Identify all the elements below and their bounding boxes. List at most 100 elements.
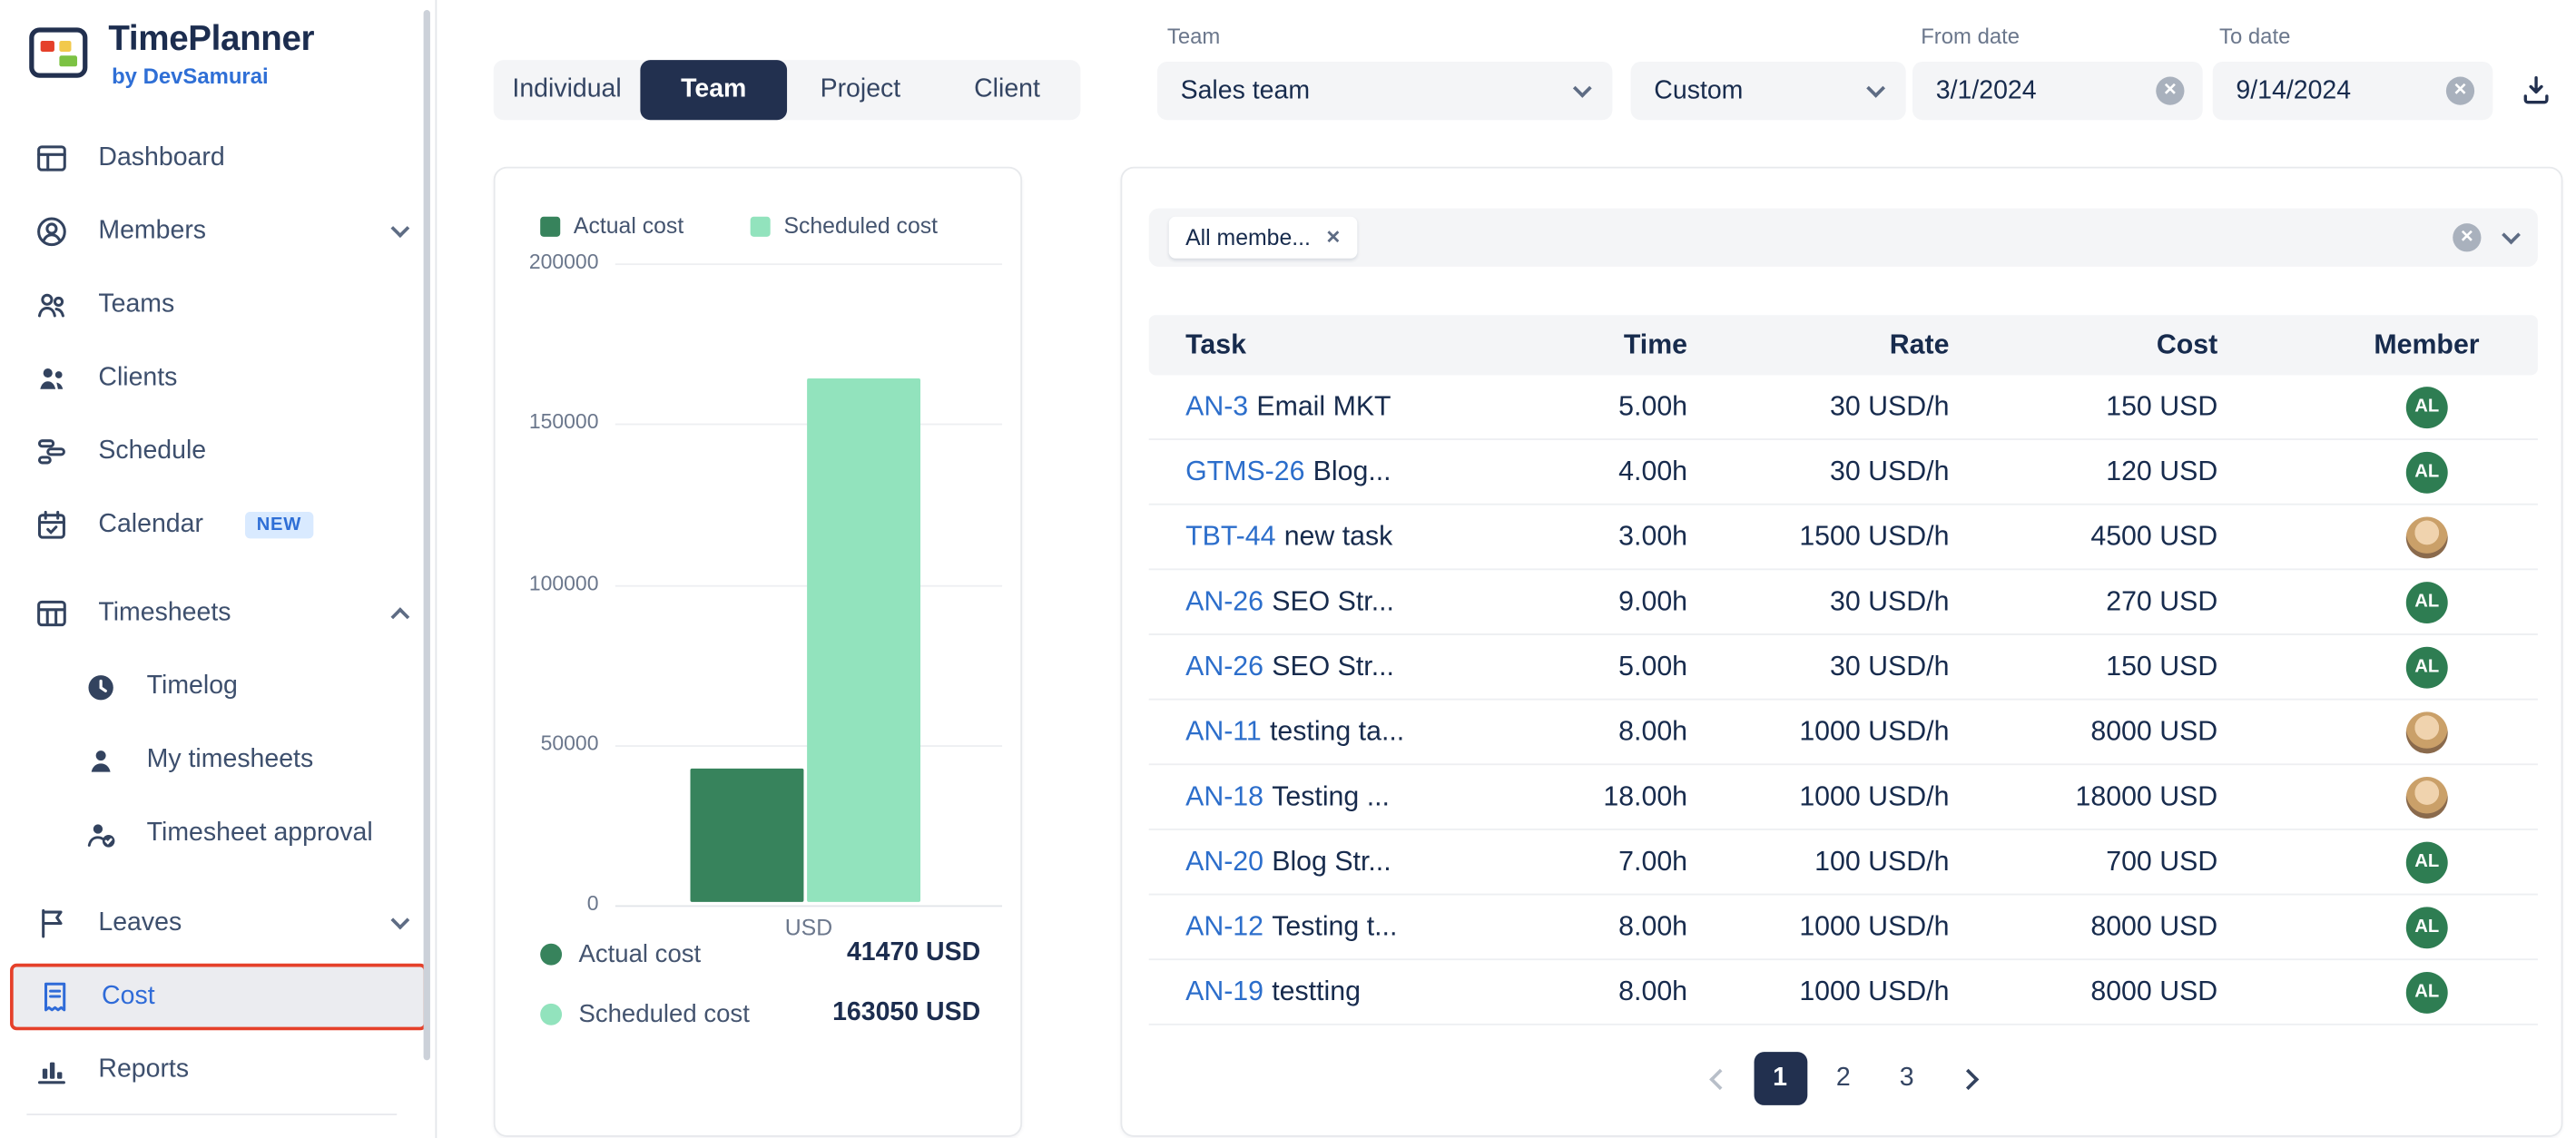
from-date-input[interactable]: 3/1/2024 ✕ (1912, 62, 2203, 120)
avatar[interactable]: AL (2406, 581, 2448, 623)
clear-to-date-icon[interactable]: ✕ (2446, 77, 2474, 105)
sidebar-item-clients[interactable]: Clients (0, 342, 437, 416)
tab-team[interactable]: Team (640, 60, 787, 120)
date-range-value: Custom (1654, 76, 1743, 106)
legend-label: Actual cost (574, 213, 683, 239)
sidebar-item-label: Cost (102, 982, 155, 1012)
member-cell (2217, 516, 2538, 558)
from-date-label: From date (1921, 24, 2020, 49)
avatar[interactable]: AL (2406, 906, 2448, 947)
page-button-1[interactable]: 1 (1754, 1052, 1807, 1105)
task-link[interactable]: AN-26 (1185, 651, 1263, 681)
clear-filter-icon[interactable]: ✕ (2453, 223, 2481, 251)
task-cell: AN-11testing ta... (1149, 716, 1466, 748)
app-logo-block[interactable]: TimePlanner by DevSamurai (26, 20, 314, 88)
sidebar-item-schedule[interactable]: Schedule (0, 415, 437, 488)
table-row[interactable]: AN-20Blog Str... 7.00h 100 USD/h 700 USD… (1149, 830, 2538, 896)
table-row[interactable]: AN-19testting 8.00h 1000 USD/h 8000 USD … (1149, 960, 2538, 1025)
tab-project[interactable]: Project (787, 60, 934, 120)
table-row[interactable]: AN-26SEO Str... 5.00h 30 USD/h 150 USD A… (1149, 635, 2538, 701)
table-row[interactable]: AN-12Testing t... 8.00h 1000 USD/h 8000 … (1149, 895, 2538, 960)
tab-client[interactable]: Client (934, 60, 1081, 120)
task-link[interactable]: AN-19 (1185, 976, 1263, 1006)
member-filter-bar[interactable]: All membe... ✕ ✕ (1149, 209, 2538, 267)
to-date-input[interactable]: 9/14/2024 ✕ (2213, 62, 2493, 120)
sidebar-item-leaves[interactable]: Leaves (0, 887, 437, 960)
tab-individual[interactable]: Individual (494, 60, 641, 120)
avatar[interactable] (2406, 516, 2448, 558)
sidebar-item-label: Timesheet approval (147, 819, 373, 849)
sidebar-item-label: Timelog (147, 672, 238, 701)
bar-scheduled-cost[interactable] (807, 378, 920, 902)
task-link[interactable]: AN-20 (1185, 846, 1263, 876)
sidebar-scrollbar[interactable] (424, 10, 430, 1060)
clear-from-date-icon[interactable]: ✕ (2156, 77, 2184, 105)
bar-chart-icon (34, 1052, 70, 1088)
download-button[interactable] (2506, 60, 2566, 120)
table-row[interactable]: AN-26SEO Str... 9.00h 30 USD/h 270 USD A… (1149, 570, 2538, 635)
sidebar-nav: Dashboard Members Teams Clients (0, 122, 437, 1107)
table-row[interactable]: GTMS-26Blog... 4.00h 30 USD/h 120 USD AL (1149, 440, 2538, 505)
scheduled-cost-dot (540, 1003, 562, 1025)
summary-row-scheduled: Scheduled cost 163050 USD (540, 998, 980, 1028)
sidebar-item-timesheets[interactable]: Timesheets (0, 577, 437, 651)
sidebar-item-label: Reports (98, 1055, 189, 1085)
task-cell: AN-12Testing t... (1149, 911, 1466, 943)
table-row[interactable]: AN-3Email MKT 5.00h 30 USD/h 150 USD AL (1149, 375, 2538, 440)
task-link[interactable]: GTMS-26 (1185, 456, 1304, 486)
chip-remove-icon[interactable]: ✕ (1325, 227, 1341, 249)
table-row[interactable]: AN-11testing ta... 8.00h 1000 USD/h 8000… (1149, 701, 2538, 766)
next-page-icon[interactable] (1957, 1068, 1978, 1089)
sidebar-item-timesheet-approval[interactable]: Timesheet approval (0, 797, 437, 870)
avatar[interactable]: AL (2406, 841, 2448, 883)
column-header-cost[interactable]: Cost (1949, 329, 2217, 361)
member-cell: AL (2217, 841, 2538, 883)
previous-page-icon[interactable] (1708, 1068, 1729, 1089)
sidebar-item-dashboard[interactable]: Dashboard (0, 122, 437, 195)
sidebar-item-members[interactable]: Members (0, 195, 437, 269)
avatar[interactable]: AL (2406, 646, 2448, 688)
sidebar-item-timelog[interactable]: Timelog (0, 650, 437, 723)
app-logo-icon (26, 20, 90, 83)
task-link[interactable]: AN-26 (1185, 586, 1263, 616)
task-link[interactable]: AN-18 (1185, 781, 1263, 811)
time-cell: 8.00h (1466, 911, 1687, 943)
avatar[interactable]: AL (2406, 971, 2448, 1013)
chevron-down-icon[interactable] (2502, 225, 2521, 244)
rate-cell: 1000 USD/h (1687, 911, 1949, 943)
cost-chart-card: Actual cost Scheduled cost 200000 150000… (494, 167, 1022, 1137)
task-cell: GTMS-26Blog... (1149, 456, 1466, 487)
task-link[interactable]: AN-11 (1185, 716, 1262, 746)
avatar[interactable] (2406, 711, 2448, 752)
date-range-select[interactable]: Custom (1631, 62, 1906, 120)
task-link[interactable]: AN-3 (1185, 391, 1248, 421)
y-axis-tick: 100000 (502, 572, 599, 595)
sidebar-item-reports[interactable]: Reports (0, 1034, 437, 1107)
column-header-member[interactable]: Member (2217, 329, 2538, 361)
sidebar-item-cost[interactable]: Cost (10, 964, 427, 1030)
rate-cell: 100 USD/h (1687, 846, 1949, 878)
member-filter-chip[interactable]: All membe... ✕ (1169, 217, 1358, 259)
bar-actual-cost[interactable] (691, 769, 804, 902)
column-header-task[interactable]: Task (1149, 329, 1466, 361)
avatar[interactable]: AL (2406, 386, 2448, 427)
sidebar-item-calendar[interactable]: Calendar NEW (0, 488, 437, 562)
avatar[interactable]: AL (2406, 451, 2448, 493)
member-cell: AL (2217, 386, 2538, 427)
sidebar-item-teams[interactable]: Teams (0, 269, 437, 342)
task-link[interactable]: AN-12 (1185, 911, 1263, 941)
page-button-3[interactable]: 3 (1880, 1052, 1933, 1105)
page-button-2[interactable]: 2 (1816, 1052, 1870, 1105)
sidebar-item-my-timesheets[interactable]: My timesheets (0, 723, 437, 797)
table-row[interactable]: AN-18Testing ... 18.00h 1000 USD/h 18000… (1149, 765, 2538, 830)
team-select-label: Team (1167, 24, 1220, 49)
column-header-rate[interactable]: Rate (1687, 329, 1949, 361)
task-link[interactable]: TBT-44 (1185, 521, 1275, 551)
column-header-time[interactable]: Time (1466, 329, 1687, 361)
app-title: TimePlanner (108, 20, 314, 60)
avatar[interactable] (2406, 776, 2448, 818)
pagination: 1 2 3 (1122, 1052, 2564, 1105)
team-select[interactable]: Sales team (1157, 62, 1613, 120)
table-row[interactable]: TBT-44new task 3.00h 1500 USD/h 4500 USD (1149, 505, 2538, 571)
legend-swatch-scheduled (751, 216, 771, 236)
